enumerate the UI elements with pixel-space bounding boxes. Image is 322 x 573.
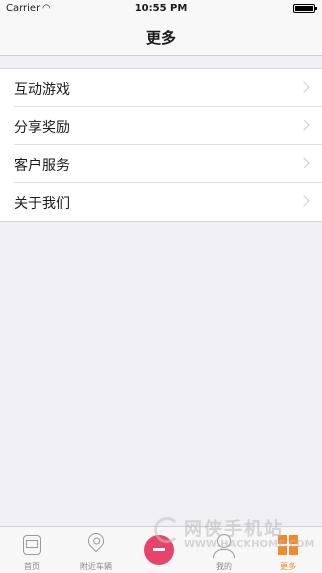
navigation-bar: 更多	[0, 18, 322, 56]
status-bar: Carrier ◠ 10:55 PM	[0, 0, 322, 18]
tab-nearby-vehicles[interactable]: 附近车辆	[64, 527, 128, 573]
menu-item-customer-service[interactable]: 客户服务	[0, 145, 322, 183]
chevron-right-icon	[298, 195, 310, 207]
location-pin-icon	[84, 529, 108, 553]
battery-icon	[293, 4, 317, 13]
tab-label: 附近车辆	[80, 562, 112, 571]
card-icon	[144, 535, 174, 565]
tab-label: 首页	[24, 562, 40, 571]
chevron-right-icon	[298, 81, 310, 93]
chevron-right-icon	[298, 157, 310, 169]
tab-label: 更多	[280, 562, 296, 571]
tab-label: 我的	[216, 562, 232, 571]
menu-item-label: 关于我们	[14, 196, 70, 212]
menu-item-label: 客户服务	[14, 158, 70, 174]
page-title: 更多	[145, 29, 176, 47]
menu-item-label: 互动游戏	[14, 82, 70, 98]
menu-item-interactive-games[interactable]: 互动游戏	[0, 69, 322, 107]
tab-mine[interactable]: 我的	[192, 527, 256, 573]
menu-list: 互动游戏 分享奖励 客户服务 关于我们	[0, 68, 322, 222]
menu-item-about-us[interactable]: 关于我们	[0, 183, 322, 221]
grid-icon	[278, 535, 298, 555]
user-icon	[213, 534, 235, 558]
tab-card[interactable]	[128, 527, 192, 573]
status-time: 10:55 PM	[134, 3, 188, 14]
tab-home[interactable]: 首页	[0, 527, 64, 573]
bus-icon	[23, 535, 41, 555]
tab-more[interactable]: 更多	[256, 527, 320, 573]
chevron-right-icon	[298, 119, 310, 131]
tab-bar: 首页 附近车辆 我的 更多	[0, 526, 322, 573]
menu-item-label: 分享奖励	[14, 120, 70, 136]
menu-item-share-rewards[interactable]: 分享奖励	[0, 107, 322, 145]
